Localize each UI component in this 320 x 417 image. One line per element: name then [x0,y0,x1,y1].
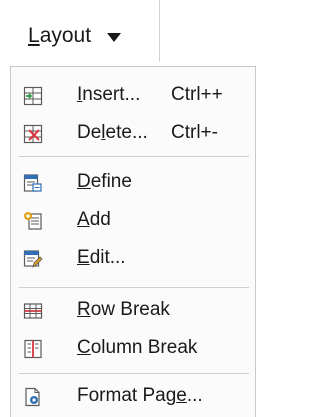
menu-item-label: Insert... [77,84,141,105]
row-break-icon [23,301,43,321]
column-break-icon [23,339,43,359]
menu-item-format-page[interactable]: Format Page... [11,377,255,417]
layout-button-label: ayout [39,24,92,47]
menu-item-label: Column Break [77,337,198,358]
menu-separator [19,287,249,288]
layout-button-mnemonic: L [28,24,40,47]
menu-separator [19,373,249,374]
menu-item-shortcut: Ctrl+- [171,122,218,143]
toolbar: Layout [0,0,267,66]
menu-item-label: Row Break [77,299,170,320]
delete-rows-icon [23,124,43,144]
menu-item-label: Format Page... [77,385,203,406]
add-icon [23,211,43,231]
toolbar-divider [159,0,160,62]
menu-item-shortcut: Ctrl++ [171,84,223,105]
layout-dropdown-button[interactable]: Layout [14,12,160,60]
menu-item-define[interactable]: Define [11,163,255,203]
menu-item-column-break[interactable]: Column Break [11,329,255,369]
menu-item-label: Add [77,209,111,230]
edit-icon [23,249,43,269]
menu-item-label: Delete... [77,122,148,143]
menu-item-label: Define [77,171,132,192]
format-page-icon [23,387,43,407]
menu-item-row-break[interactable]: Row Break [11,291,255,331]
chevron-down-icon [107,32,122,42]
menu-item-label: Edit... [77,247,126,268]
layout-menu: Insert... Ctrl++ Delete... Ctrl+- Define… [10,66,256,417]
layout-menu-screen: Layout Insert... Ctrl++ Delete... Ctrl+-… [0,0,267,417]
define-icon [23,173,43,193]
menu-item-delete[interactable]: Delete... Ctrl+- [11,114,255,154]
menu-separator [19,156,249,157]
insert-rows-icon [23,86,43,106]
menu-item-edit[interactable]: Edit... [11,239,255,279]
menu-item-add[interactable]: Add [11,201,255,241]
menu-item-insert[interactable]: Insert... Ctrl++ [11,76,255,116]
